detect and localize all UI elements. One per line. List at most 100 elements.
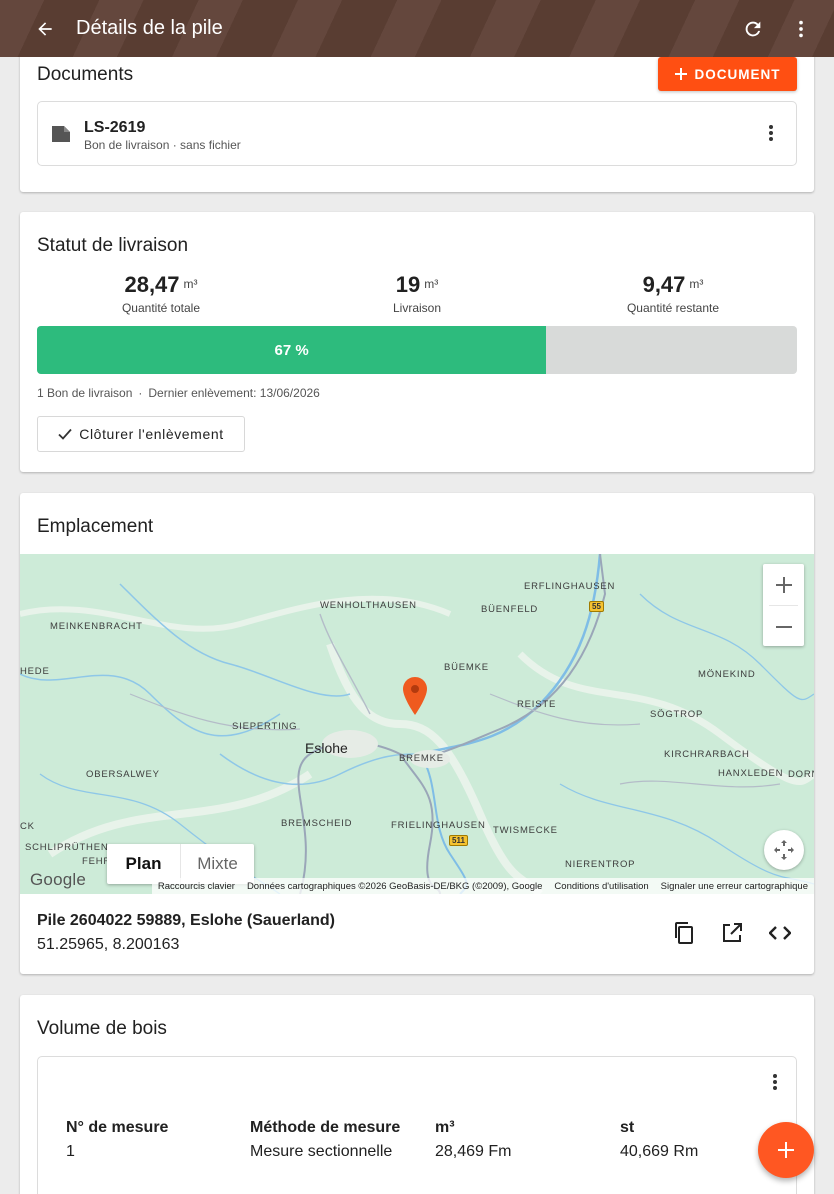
delivery-status-title: Statut de livraison (37, 235, 189, 256)
document-name: LS-2619 (84, 119, 146, 136)
location-name: Pile 2604022 59889, Eslohe (Sauerland) (37, 912, 335, 929)
map-label: HEDE (20, 666, 50, 677)
column-header: N° de mesure (66, 1119, 169, 1136)
documents-card: Documents DOCUMENT LS-2619 Bon de livrai… (20, 40, 814, 192)
map-view[interactable]: WENHOLTHAUSEN ERFLINGHAUSEN BÜENFELD 55 … (20, 554, 814, 894)
road-badge-511: 511 (449, 835, 468, 846)
map-label-eslohe: Eslohe (305, 740, 348, 756)
map-label: FRIELINGHAUSEN (391, 820, 486, 831)
map-label: ERFLINGHAUSEN (524, 581, 616, 592)
map-label: BREMSCHEID (281, 818, 353, 829)
wood-volume-card: Volume de bois N° de mesure 1 Méthode de… (20, 995, 814, 1194)
stat-total: 28,47 m³ Quantité totale (61, 272, 261, 315)
column-value: 28,469 Fm (435, 1143, 512, 1160)
map-label: TWISMECKE (493, 825, 558, 836)
check-icon (58, 428, 72, 440)
more-vertical-icon[interactable] (786, 14, 816, 44)
document-file-icon (50, 124, 72, 149)
column-value: 40,669 Rm (620, 1143, 699, 1160)
refresh-icon[interactable] (738, 14, 768, 44)
stat-remaining-value: 9,47 (642, 272, 686, 297)
measurement-item: N° de mesure 1 Méthode de mesure Mesure … (37, 1056, 797, 1194)
measurement-st-column: st 40,669 Rm (620, 1119, 698, 1161)
stat-delivered-unit: m³ (424, 277, 439, 291)
column-header: m³ (435, 1119, 455, 1136)
map-label: MEINKENBRACHT (50, 621, 143, 632)
map-label: SCHLIPRÜTHEN (25, 842, 109, 853)
zoom-in-button[interactable] (763, 564, 804, 605)
map-label: KIRCHRARBACH (664, 749, 750, 760)
stat-total-unit: m³ (183, 277, 198, 291)
back-arrow-icon[interactable] (30, 14, 60, 44)
add-document-button[interactable]: DOCUMENT (658, 57, 797, 91)
map-label: HANXLEDEN (718, 768, 784, 779)
map-label: DORN (788, 769, 814, 780)
column-header: st (620, 1119, 635, 1136)
last-pickup: Dernier enlèvement: 13/06/2026 (148, 386, 320, 400)
measurement-more-icon[interactable] (772, 1073, 778, 1096)
delivery-meta: 1 Bon de livraison · Dernier enlèvement: 1… (37, 386, 320, 400)
map-label: SÖGTROP (650, 709, 704, 720)
measurement-m3-column: m³ 28,469 Fm (435, 1119, 511, 1161)
map-label: BÜEMKE (444, 662, 489, 673)
close-pickup-label: Clôturer l'enlèvement (79, 426, 224, 442)
map-data-attribution: Données cartographiques ©2026 GeoBasis-D… (246, 880, 543, 892)
map-label: NIERENTROP (565, 859, 636, 870)
map-label: BÜENFELD (481, 604, 539, 615)
measurement-number-column: N° de mesure 1 (66, 1119, 168, 1161)
delivery-status-card: Statut de livraison 28,47 m³ Quantité tot… (20, 212, 814, 472)
road-badge-55: 55 (589, 601, 604, 612)
map-terrain (20, 554, 814, 894)
stat-delivered-label: Livraison (392, 301, 442, 315)
delivery-count: 1 Bon de livraison (37, 386, 133, 400)
documents-title: Documents (37, 64, 134, 85)
open-external-icon[interactable] (720, 921, 744, 945)
zoom-controls (763, 564, 804, 646)
app-bar: Détails de la pile (0, 0, 834, 57)
document-more-icon[interactable] (768, 124, 774, 147)
map-report-link[interactable]: Signaler une erreur cartographique (661, 881, 808, 892)
google-logo: Google (30, 870, 87, 889)
map-label: MÖNEKIND (698, 669, 756, 680)
wood-volume-title: Volume de bois (37, 1018, 167, 1039)
column-value: 1 (66, 1143, 75, 1160)
stat-remaining-unit: m³ (689, 277, 704, 291)
add-fab-button[interactable] (758, 1122, 814, 1178)
document-subtitle: Bon de livraison · sans fichier (84, 138, 241, 152)
zoom-out-button[interactable] (763, 606, 804, 647)
stat-total-value: 28,47 (124, 272, 180, 297)
map-label: BREMKE (399, 753, 444, 764)
close-pickup-button[interactable]: Clôturer l'enlèvement (37, 416, 245, 452)
map-terms-link[interactable]: Conditions d'utilisation (554, 881, 648, 892)
stat-remaining-label: Quantité restante (626, 301, 720, 315)
add-document-label: DOCUMENT (694, 66, 781, 82)
map-label: SIEPERTING (232, 721, 298, 732)
column-value: Mesure sectionnelle (250, 1143, 393, 1160)
location-actions (672, 921, 792, 945)
plus-icon (775, 576, 792, 593)
map-label: WENHOLTHAUSEN (320, 600, 417, 611)
map-pan-control-icon[interactable] (764, 830, 804, 870)
stat-delivered: 19 m³ Livraison (317, 272, 517, 315)
delivery-progress-fill: 67 % (37, 326, 547, 374)
page-title: Détails de la pile (76, 17, 223, 39)
map-attribution: Raccourcis clavier Données cartographiqu… (151, 878, 814, 894)
map-label: REISTE (517, 699, 557, 710)
map-shortcuts-link[interactable]: Raccourcis clavier (158, 881, 235, 892)
location-card: Emplacement WENHOLTHAUSEN ERFLINGHAUSEN … (20, 493, 814, 974)
copy-icon[interactable] (672, 921, 696, 945)
plus-icon (674, 68, 687, 80)
plus-icon (778, 1142, 794, 1158)
map-pin-icon[interactable] (402, 677, 428, 720)
stat-delivered-value: 19 (395, 272, 421, 297)
code-icon[interactable] (768, 921, 792, 945)
stat-total-label: Quantité totale (121, 301, 201, 315)
map-label: OBERSALWEY (86, 769, 160, 780)
column-header: Méthode de mesure (250, 1119, 401, 1136)
delivery-progress-label: 67 % (274, 341, 309, 359)
document-list-item[interactable]: LS-2619 Bon de livraison · sans fichier (37, 101, 797, 166)
minus-icon (775, 625, 792, 628)
delivery-progress-bar: 67 % (37, 326, 797, 374)
map-label: CK (20, 821, 35, 832)
measurement-method-column: Méthode de mesure Mesure sectionnelle (250, 1119, 400, 1161)
